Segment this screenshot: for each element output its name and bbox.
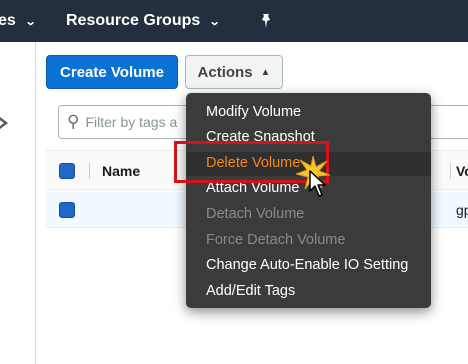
column-divider xyxy=(450,163,451,179)
services-label: es xyxy=(0,12,16,29)
menu-item-detach-volume: Detach Volume xyxy=(206,206,305,222)
select-all-checkbox[interactable] xyxy=(59,163,75,179)
column-header-name[interactable]: Name xyxy=(102,151,140,191)
search-icon: ⚲ xyxy=(67,112,80,131)
create-volume-button[interactable]: Create Volume xyxy=(46,55,178,89)
row-checkbox[interactable] xyxy=(59,202,75,218)
cell-volume-type: gp xyxy=(456,202,468,218)
mouse-pointer-icon xyxy=(309,170,327,203)
column-divider xyxy=(89,163,90,179)
caret-up-icon: ▲ xyxy=(260,66,271,78)
actions-button[interactable]: Actions ▲ xyxy=(185,55,283,89)
actions-label: Actions xyxy=(197,63,253,81)
close-icon[interactable] xyxy=(0,112,10,138)
column-header-volume-type[interactable]: Vo xyxy=(456,151,468,191)
chevron-down-icon: ⌄ xyxy=(24,15,37,28)
services-menu[interactable]: es ⌄ xyxy=(0,0,37,42)
filter-placeholder: Filter by tags a xyxy=(85,114,178,130)
menu-item-modify-volume[interactable]: Modify Volume xyxy=(206,103,301,121)
top-navigation-bar: es ⌄ Resource Groups ⌄ xyxy=(0,0,468,42)
pin-icon[interactable] xyxy=(258,0,274,42)
chevron-down-icon: ⌄ xyxy=(208,15,221,28)
resource-groups-label: Resource Groups xyxy=(66,12,201,29)
menu-item-add-edit-tags[interactable]: Add/Edit Tags xyxy=(206,282,295,300)
menu-item-force-detach-volume: Force Detach Volume xyxy=(206,232,346,248)
menu-item-change-auto-enable-io[interactable]: Change Auto-Enable IO Setting xyxy=(206,256,408,274)
side-navigation-pane xyxy=(0,42,36,364)
resource-groups-menu[interactable]: Resource Groups ⌄ xyxy=(66,0,221,42)
